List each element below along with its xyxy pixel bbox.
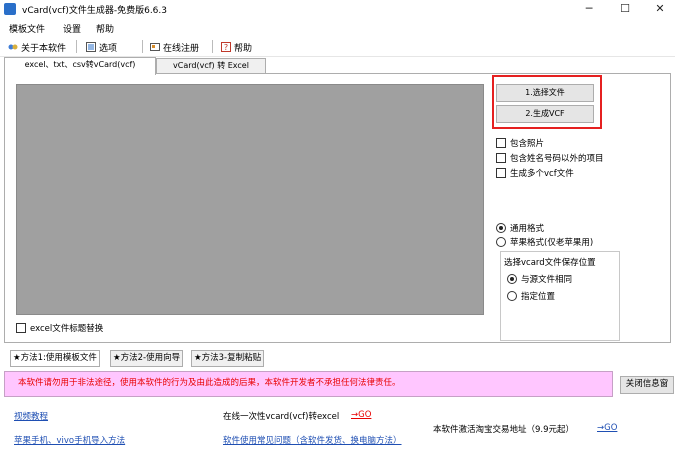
title-bar: vCard(vcf)文件生成器-免费版6.6.3 ─ ☐ ✕ xyxy=(0,0,675,18)
header-replace-option[interactable]: excel文件标题替换 xyxy=(16,322,103,334)
register-label: 在线注册 xyxy=(163,43,200,54)
close-button[interactable]: ✕ xyxy=(645,0,675,18)
save-location-title: 选择vcard文件保存位置 xyxy=(504,258,596,268)
include-extra-checkbox[interactable] xyxy=(496,153,506,163)
same-as-source-label: 与源文件相同 xyxy=(521,275,573,285)
help-icon: ? xyxy=(221,42,231,52)
online-convert-text: 在线一次性vcard(vcf)转excel xyxy=(223,412,340,422)
minimize-button[interactable]: ─ xyxy=(574,0,604,18)
close-info-button[interactable]: 关闭信息窗 xyxy=(620,376,674,394)
generate-vcf-button[interactable]: 2.生成VCF xyxy=(496,105,594,123)
apple-format-option[interactable]: 苹果格式(仅老苹果用) xyxy=(496,236,593,248)
general-format-radio[interactable] xyxy=(496,223,506,233)
menu-bar: 模板文件 设置 帮助 xyxy=(0,20,675,37)
data-grid[interactable] xyxy=(16,84,484,315)
help-button[interactable]: ? 帮助 xyxy=(221,40,252,54)
video-tutorial-link[interactable]: 视频教程 xyxy=(14,410,48,422)
multi-vcf-option[interactable]: 生成多个vcf文件 xyxy=(496,167,574,179)
apple-format-label: 苹果格式(仅老苹果用) xyxy=(510,238,594,248)
menu-template-file[interactable]: 模板文件 xyxy=(9,22,45,35)
tab-excel-to-vcard[interactable]: excel、txt、csv转vCard(vcf) xyxy=(4,57,156,75)
include-photo-checkbox[interactable] xyxy=(496,138,506,148)
register-button[interactable]: 在线注册 xyxy=(150,40,199,54)
toolbar-separator xyxy=(76,40,77,53)
select-file-button[interactable]: 1.选择文件 xyxy=(496,84,594,102)
online-convert-go-link[interactable]: →GO xyxy=(351,410,371,420)
faq-link[interactable]: 软件使用常见问题（含软件发货、换电脑方法） xyxy=(223,434,402,446)
toolbar-separator xyxy=(212,40,213,53)
header-replace-checkbox[interactable] xyxy=(16,323,26,333)
multi-vcf-checkbox[interactable] xyxy=(496,168,506,178)
tab-method-1[interactable]: ★方法1:使用模板文件 xyxy=(10,350,100,367)
about-button[interactable]: 关于本软件 xyxy=(8,40,66,54)
tab-vcard-to-excel[interactable]: vCard(vcf) 转 Excel xyxy=(156,58,266,74)
notice-text: 本软件请勿用于非法途径，使用本软件的行为及由此造成的后果，本软件开发者不承担任何… xyxy=(18,378,401,388)
specify-location-option[interactable]: 指定位置 xyxy=(507,290,555,302)
options-label: 选项 xyxy=(99,43,118,54)
general-format-label: 通用格式 xyxy=(510,224,545,234)
maximize-button[interactable]: ☐ xyxy=(610,0,640,18)
register-icon xyxy=(150,43,160,51)
tab-method-2[interactable]: ★方法2-使用向导 xyxy=(110,350,184,367)
same-as-source-option[interactable]: 与源文件相同 xyxy=(507,273,572,285)
activation-text: 本软件激活淘宝交易地址（9.9元起） xyxy=(433,425,575,435)
about-icon xyxy=(8,44,18,50)
include-extra-option[interactable]: 包含姓名号码以外的项目 xyxy=(496,152,604,164)
toolbar-separator xyxy=(142,40,143,53)
same-as-source-radio[interactable] xyxy=(507,274,517,284)
about-label: 关于本软件 xyxy=(21,43,67,54)
app-icon xyxy=(4,3,16,15)
menu-help[interactable]: 帮助 xyxy=(96,22,114,35)
header-replace-label: excel文件标题替换 xyxy=(30,324,104,334)
include-photo-option[interactable]: 包含照片 xyxy=(496,137,544,149)
specify-location-label: 指定位置 xyxy=(521,292,556,302)
apple-format-radio[interactable] xyxy=(496,237,506,247)
menu-settings[interactable]: 设置 xyxy=(63,22,81,35)
activation-go-link[interactable]: →GO xyxy=(597,423,617,433)
specify-location-radio[interactable] xyxy=(507,291,517,301)
include-photo-label: 包含照片 xyxy=(510,139,545,149)
options-button[interactable]: 选项 xyxy=(86,40,117,54)
list-icon xyxy=(86,42,96,52)
include-extra-label: 包含姓名号码以外的项目 xyxy=(510,154,604,164)
tab-method-3[interactable]: ★方法3-复制粘贴 xyxy=(191,350,265,367)
svg-text:?: ? xyxy=(224,43,228,52)
general-format-option[interactable]: 通用格式 xyxy=(496,222,544,234)
window-title: vCard(vcf)文件生成器-免费版6.6.3 xyxy=(22,6,167,16)
import-method-link[interactable]: 苹果手机、vivo手机导入方法 xyxy=(14,434,125,446)
multi-vcf-label: 生成多个vcf文件 xyxy=(510,169,574,179)
help-label: 帮助 xyxy=(234,43,253,54)
